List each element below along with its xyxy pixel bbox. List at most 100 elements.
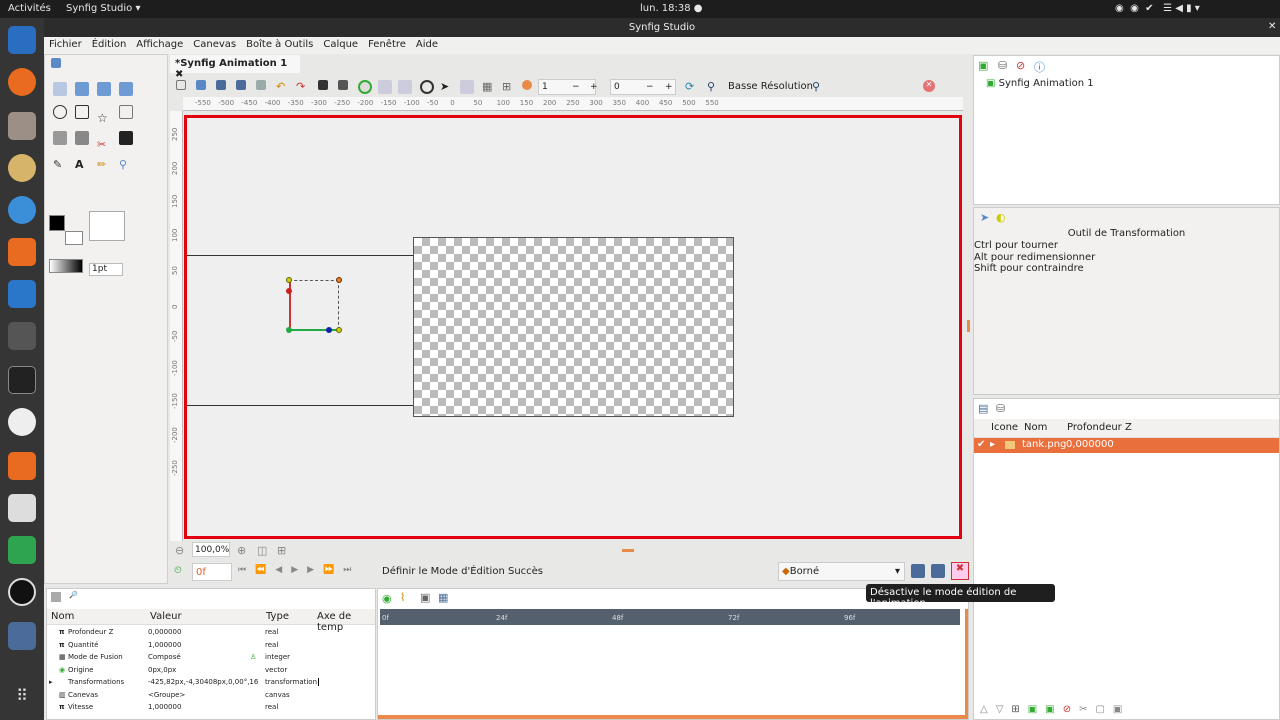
onion-skin-icon[interactable]: [522, 80, 532, 90]
snap-grid-icon[interactable]: ⊞: [502, 80, 516, 94]
tray-icons[interactable]: ◉ ◉ ✔ ☰ ◀ ▮ ▾: [1115, 3, 1200, 14]
terminal-icon[interactable]: [8, 366, 36, 394]
layer-row[interactable]: ✔ ▸ tank.png 0,000000: [974, 438, 1279, 453]
menu-fichier[interactable]: Fichier: [44, 37, 87, 50]
param-value[interactable]: 0px,0px: [148, 666, 176, 674]
open-file-icon[interactable]: [196, 80, 206, 90]
canvas-browser-item[interactable]: ▣ Synfig Animation 1: [986, 78, 1094, 89]
save-as-icon[interactable]: [236, 80, 246, 90]
new-file-icon[interactable]: [176, 80, 186, 90]
menu-boite-a-outils[interactable]: Boîte à Outils: [241, 37, 318, 50]
width-tool-icon[interactable]: [119, 131, 133, 145]
software-icon[interactable]: [8, 238, 36, 266]
sets-tab-icon[interactable]: ⛁: [996, 402, 1005, 415]
handle-bottom-right[interactable]: [336, 327, 342, 333]
toggle-angle-icon[interactable]: [460, 80, 474, 94]
render-icon[interactable]: [318, 80, 328, 90]
timetrack-tab-icon[interactable]: ◉: [382, 592, 392, 605]
canvas-browser-tab-icon[interactable]: ▣: [978, 59, 988, 72]
low-resolution-icon[interactable]: ⚲: [707, 80, 721, 94]
col-valeur[interactable]: Valeur: [150, 611, 182, 622]
zoom-100-icon[interactable]: ◫: [257, 544, 267, 557]
text-editor-icon[interactable]: [8, 494, 36, 522]
history-tab-icon[interactable]: ⊘: [1016, 59, 1025, 72]
param-row[interactable]: ◉ Origine 0px,0px vector: [47, 666, 375, 679]
redo-icon[interactable]: ↷: [296, 80, 310, 94]
transform-tool-icon[interactable]: [53, 82, 67, 96]
tool-options-tab-icon[interactable]: ➤: [980, 211, 989, 224]
interpolation-select[interactable]: ◆Borné ▾: [778, 562, 905, 581]
handle-origin[interactable]: [286, 327, 292, 333]
transform-bounding-box[interactable]: [289, 280, 339, 331]
layer-name[interactable]: tank.png: [1022, 439, 1066, 450]
canvas-work-area[interactable]: [184, 115, 962, 539]
info-tab-icon[interactable]: ⓘ: [1034, 59, 1045, 75]
col-nom[interactable]: Nom: [51, 611, 74, 622]
menu-affichage[interactable]: Affichage: [131, 37, 188, 50]
lower-bound-increment[interactable]: +: [665, 82, 673, 92]
help-icon[interactable]: [8, 196, 36, 224]
impress-icon[interactable]: [8, 452, 36, 480]
firefox-icon[interactable]: [8, 68, 36, 96]
handle-top-left[interactable]: [286, 277, 292, 283]
param-row[interactable]: π Quantité 1,000000 real: [47, 641, 375, 654]
toggle-handles-icon[interactable]: [358, 80, 372, 94]
lower-bound-decrement[interactable]: −: [646, 82, 654, 92]
eyedrop-tool-icon[interactable]: ✎: [53, 158, 67, 172]
clock[interactable]: lun. 18:38 ●: [640, 3, 703, 14]
param-value[interactable]: Composé: [148, 653, 181, 661]
circle-tool-icon[interactable]: [53, 105, 67, 119]
toggle-tangent-icon[interactable]: [398, 80, 412, 94]
curves-tab-icon[interactable]: ⌇: [400, 591, 405, 604]
zoom-field[interactable]: 100,0%: [192, 542, 230, 557]
smooth-move-tool-icon[interactable]: [75, 82, 89, 96]
rotate-tool-icon[interactable]: [119, 82, 133, 96]
tab-document[interactable]: *Synfig Animation 1 ✖: [170, 55, 300, 80]
save-icon[interactable]: [216, 80, 226, 90]
spline-tool-icon[interactable]: [53, 131, 67, 145]
zoom-in-icon[interactable]: ⊕: [237, 544, 246, 557]
keyframe-lock-future-icon[interactable]: [931, 564, 945, 578]
refresh-icon[interactable]: ⟳: [685, 80, 699, 94]
fill-tool-icon[interactable]: [75, 131, 89, 145]
col-profondeur-z[interactable]: Profondeur Z: [1067, 422, 1132, 433]
brush-size-field[interactable]: 1pt: [89, 263, 123, 276]
zoom-tool-icon[interactable]: ⚲: [119, 158, 133, 172]
navigator-tab-icon[interactable]: ⛁: [998, 59, 1007, 72]
param-value[interactable]: 0,000000: [148, 628, 181, 636]
layer-actions-toolbar[interactable]: △▽⊞▣▣⊘✂▢▣: [980, 704, 1130, 715]
calc-icon[interactable]: [8, 536, 36, 564]
zoom-out-icon[interactable]: ⊖: [175, 544, 184, 557]
timetrack-scrollbar[interactable]: [378, 715, 968, 719]
layer-visible-checkbox[interactable]: ✔: [977, 439, 985, 450]
gimp-icon[interactable]: [8, 322, 36, 350]
toggle-width-icon[interactable]: ➤: [440, 80, 454, 94]
col-icone[interactable]: Icone: [991, 422, 1018, 433]
stop-render-icon[interactable]: ✕: [923, 80, 935, 92]
animation-mode-toggle-button[interactable]: ✖: [951, 562, 969, 580]
polygon-tool-icon[interactable]: [119, 105, 133, 119]
menu-aide[interactable]: Aide: [411, 37, 443, 50]
brush-preview[interactable]: [89, 211, 125, 241]
toggle-position-icon[interactable]: [378, 80, 392, 94]
grid-icon[interactable]: ▦: [482, 80, 496, 94]
handle-left-mid[interactable]: [286, 288, 292, 294]
layers-tab-icon[interactable]: ▤: [978, 402, 988, 415]
outline-color-swatch[interactable]: [49, 215, 65, 231]
current-frame-field[interactable]: 0f: [192, 563, 232, 581]
obs-icon[interactable]: [8, 578, 36, 606]
app-grid-icon[interactable]: ⠿: [8, 682, 36, 710]
writer-icon[interactable]: [8, 280, 36, 308]
app-menu[interactable]: Synfig Studio ▾: [66, 3, 140, 14]
fill-color-swatch[interactable]: [65, 231, 83, 245]
layer-expand-icon[interactable]: ▸: [990, 439, 995, 450]
col-nom[interactable]: Nom: [1024, 422, 1047, 433]
tank-image-layer[interactable]: [413, 237, 734, 417]
thunderbird-icon[interactable]: [8, 26, 36, 54]
synfig-icon[interactable]: [8, 622, 36, 650]
library-tab-icon[interactable]: 🔎: [69, 591, 78, 599]
col-type[interactable]: Type: [266, 611, 289, 622]
menu-fenetre[interactable]: Fenêtre: [363, 37, 411, 50]
menu-calque[interactable]: Calque: [318, 37, 363, 50]
cutout-tool-icon[interactable]: ✂: [97, 138, 111, 152]
